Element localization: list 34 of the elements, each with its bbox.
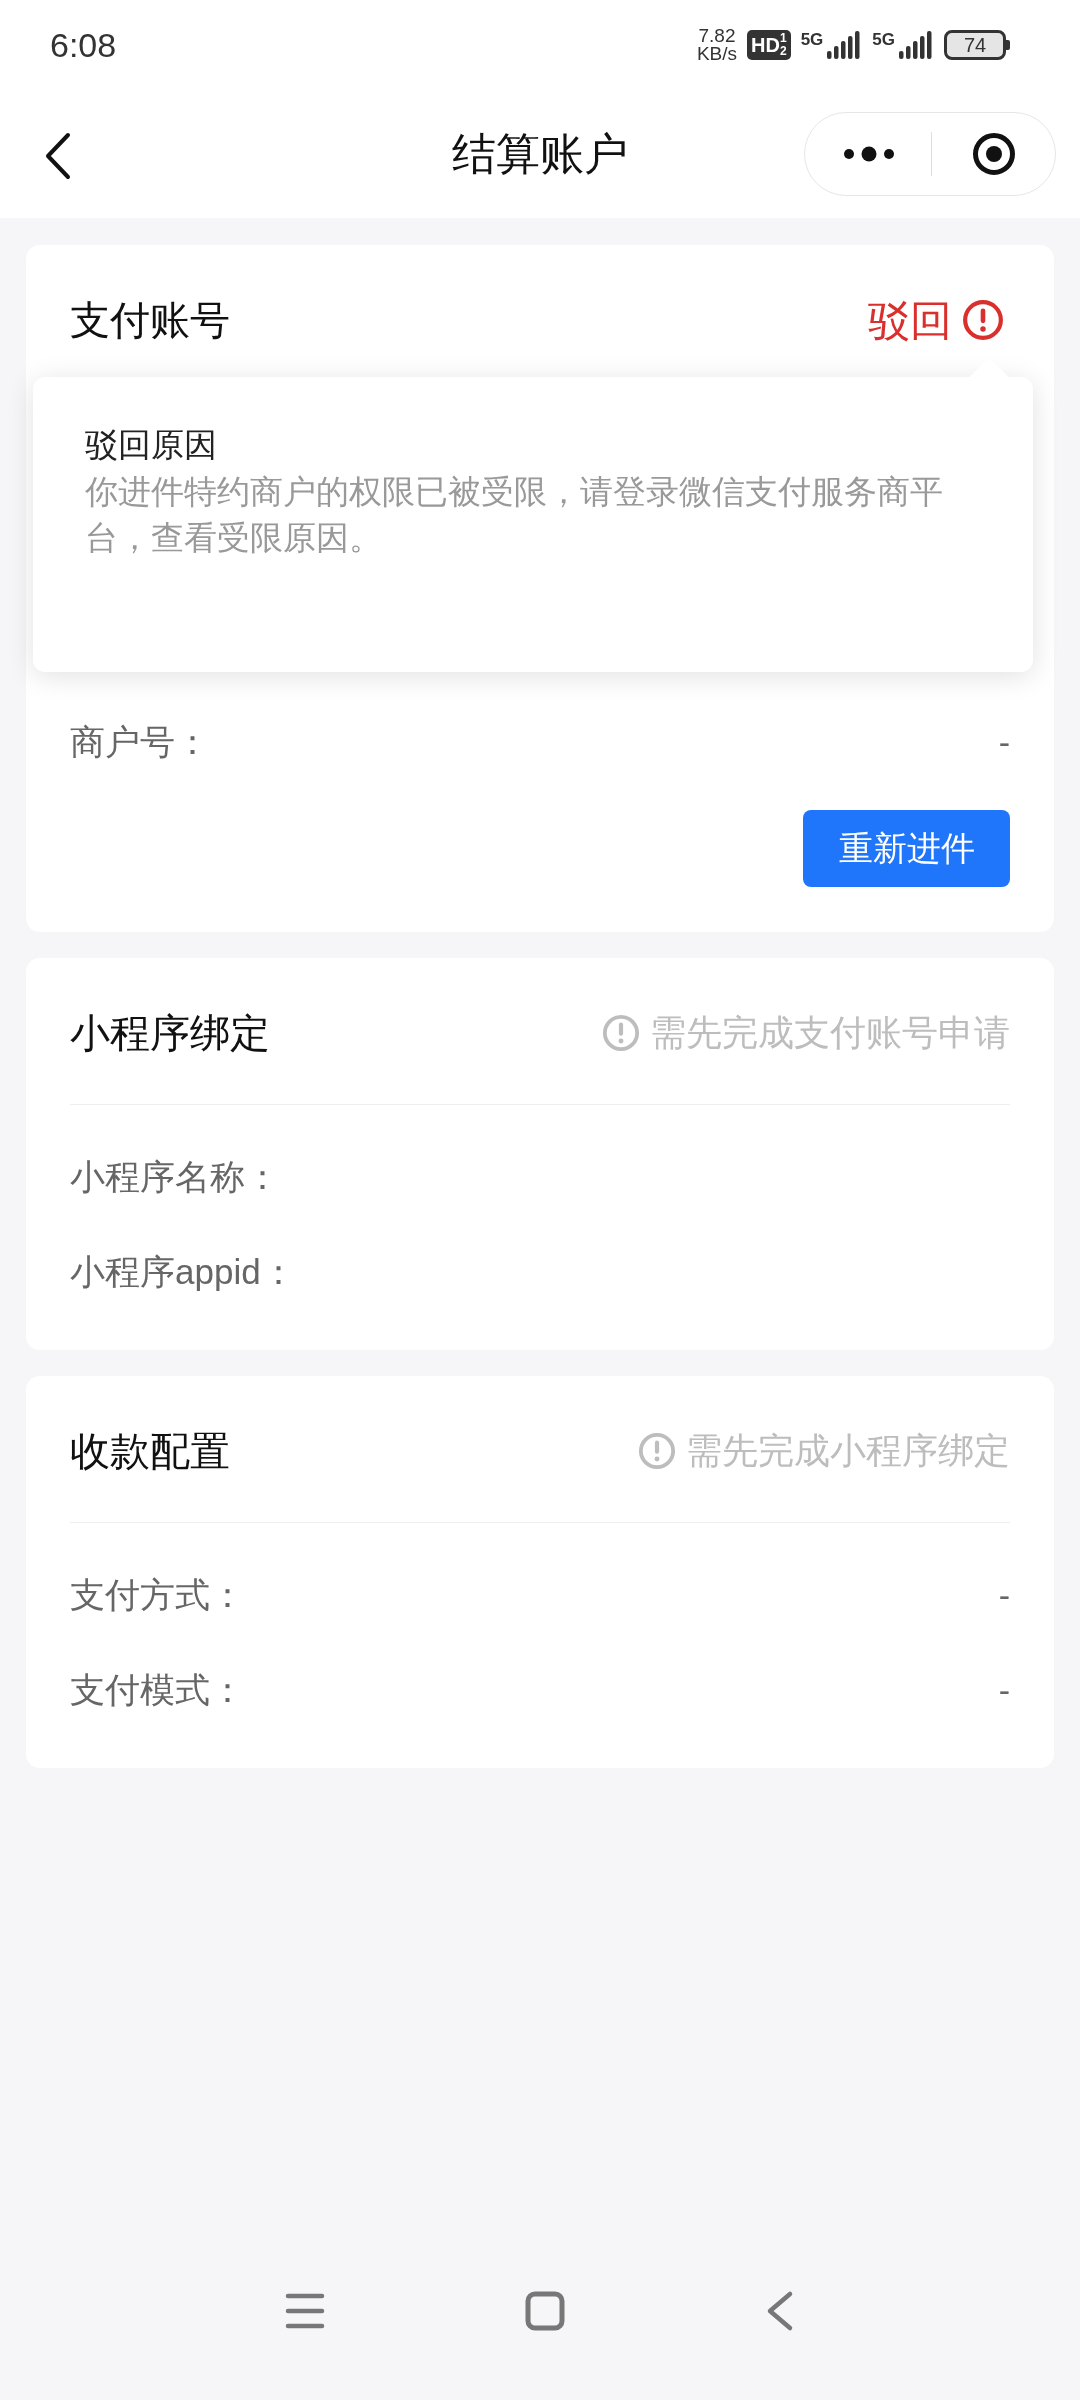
field-value: - [998, 1574, 1010, 1616]
section-title: 收款配置 [70, 1428, 230, 1475]
popover-title: 驳回原因 [85, 425, 218, 465]
signal-icon [898, 31, 934, 59]
status-hint: 需先完成支付账号申请 [650, 1011, 1010, 1055]
network-speed: 7.82 [698, 27, 736, 45]
menu-icon[interactable] [285, 2292, 325, 2330]
network-type: 5G [872, 31, 895, 49]
more-icon[interactable] [843, 146, 895, 162]
close-mini-program-icon[interactable] [972, 132, 1016, 176]
field-label: 支付方式： [70, 1573, 245, 1616]
field-label: 支付模式： [70, 1668, 245, 1711]
status-hint: 需先完成小程序绑定 [686, 1429, 1010, 1473]
page-title: 结算账户 [452, 128, 628, 180]
field-label: 小程序名称： [70, 1155, 280, 1198]
network-type: 5G [800, 31, 824, 49]
rejected-status: 驳回 [868, 295, 952, 346]
alert-icon [602, 1014, 640, 1052]
signal-icon [826, 31, 863, 59]
network-speed: KB/s [696, 45, 738, 63]
home-icon[interactable] [525, 2291, 565, 2331]
field-value: - [998, 1669, 1010, 1711]
alert-icon [962, 299, 1004, 341]
back-icon[interactable] [44, 132, 72, 180]
field-value: - [998, 721, 1010, 763]
status-time: 6:08 [50, 24, 117, 66]
alert-icon [638, 1432, 676, 1470]
field-label: 商户号： [70, 720, 210, 763]
resubmit-button[interactable]: 重新进件 [803, 810, 1010, 887]
popover-message: 你进件特约商户的权限已被受限，请登录微信支付服务商平台，查看受限原因。 [85, 472, 944, 558]
battery-icon: 74 [944, 30, 1006, 60]
section-title: 小程序绑定 [70, 1010, 270, 1057]
section-title: 支付账号 [70, 297, 230, 344]
field-label: 小程序appid： [70, 1250, 296, 1293]
